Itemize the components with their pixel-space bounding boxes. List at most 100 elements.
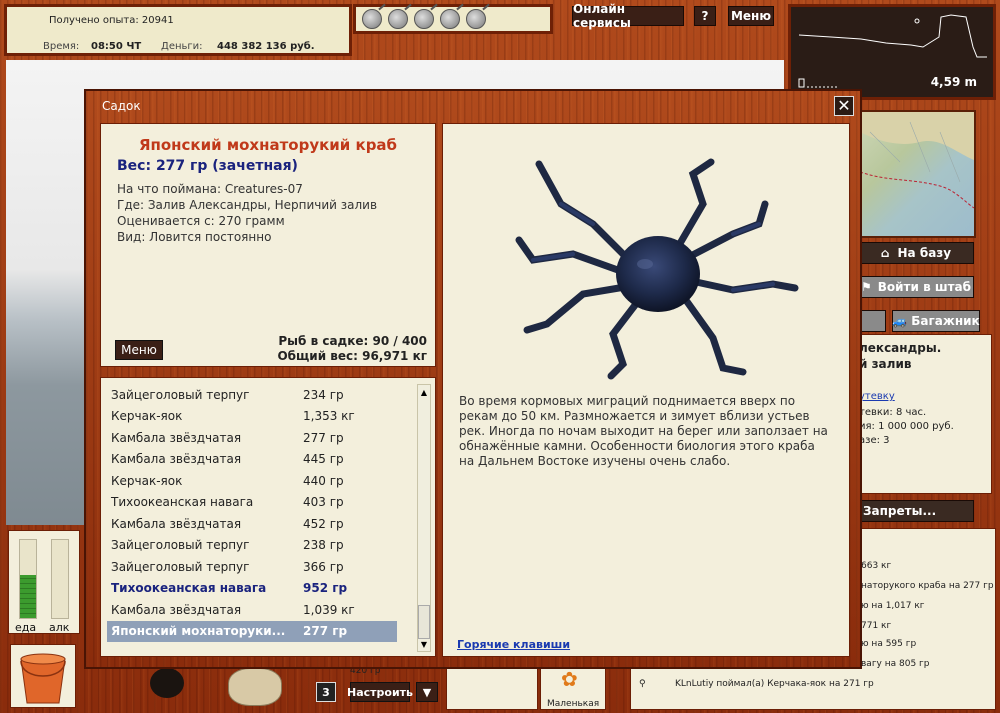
player-meters: еда алк	[8, 530, 80, 634]
fish-name: Японский мохнаторукий краб	[138, 136, 398, 154]
scroll-thumb[interactable]	[418, 605, 430, 639]
catch-list-row[interactable]: Камбала звёздчатая 452 гр	[107, 513, 397, 534]
location-name-line1: лександры.	[859, 341, 942, 355]
fish-count: Рыб в садке: 90 / 400	[278, 334, 427, 348]
catch-row-weight: 445 гр	[303, 452, 344, 466]
catch-list-row[interactable]: Зайцеголовый терпуг 234 гр	[107, 384, 397, 405]
catch-list-row[interactable]: Камбала звёздчатая 1,039 кг	[107, 599, 397, 620]
voucher-duration: тевки: 8 час.	[859, 407, 927, 418]
food-meter	[19, 539, 37, 619]
catch-list-scrollbar[interactable]: ▲ ▼	[417, 384, 431, 652]
food-meter-fill	[20, 575, 36, 618]
car-icon: 🚙	[892, 314, 908, 328]
catch-row-name: Камбала звёздчатая	[111, 452, 242, 466]
scroll-down-arrow-icon[interactable]: ▼	[418, 637, 430, 651]
rated-from: Оценивается с: 270 грамм	[117, 214, 285, 228]
voucher-link[interactable]: утевку	[859, 391, 895, 402]
catch-list-row[interactable]: Керчак-яок 1,353 кг	[107, 406, 397, 427]
catch-row-name: Зайцеголовый терпуг	[111, 559, 250, 574]
catch-list-row[interactable]: Камбала звёздчатая 445 гр	[107, 449, 397, 470]
feed-line-2: наторукого краба на 277 гр	[861, 581, 994, 591]
catch-list-row[interactable]: Зайцеголовый терпуг 238 гр	[107, 535, 397, 556]
lure-label: Маленькая	[547, 699, 600, 709]
hook-icon: ⚲	[639, 679, 646, 689]
catch-list-row[interactable]: Керчак-яок 440 гр	[107, 470, 397, 491]
count-badge: 3	[316, 682, 336, 702]
groundbait-bag-icon[interactable]	[228, 668, 282, 706]
close-button[interactable]: ✕	[834, 96, 854, 116]
player-stats-panel: Получено опыта: 20941 Время: 08:50 ЧТ Де…	[4, 4, 352, 56]
adjust-dropdown-button[interactable]: ▼	[416, 682, 438, 702]
trunk-label: Багажник	[911, 314, 980, 328]
adjust-button[interactable]: Настроить	[347, 682, 413, 702]
lure-icon: ✿	[561, 667, 578, 691]
catch-list[interactable]: Зайцеголовый терпуг 234 гр Керчак-яок 1,353…	[100, 377, 436, 657]
catch-row-weight: 234 гр	[303, 387, 344, 402]
money-value: 448 382 136 руб.	[217, 41, 315, 52]
catch-location: Где: Залив Александры, Нерпичий залив	[117, 198, 378, 212]
trunk-button[interactable]: 🚙 Багажник	[892, 310, 980, 332]
depth-sounder: 4,59 m	[788, 4, 996, 100]
location-info-panel: лександры. й залив утевку тевки: 8 час. …	[858, 334, 992, 494]
feed-line-4: 771 кг	[861, 621, 892, 631]
catch-row-weight: 238 гр	[303, 538, 344, 552]
catch-row-weight: 277 гр	[303, 624, 348, 638]
bans-button[interactable]: Запреты...	[858, 500, 974, 522]
main-menu-button[interactable]: Меню	[728, 6, 774, 26]
catch-row-name: Зайцеголовый терпуг	[111, 387, 250, 402]
feed-line-5: ю на 595 гр	[861, 639, 917, 649]
help-button[interactable]: ?	[694, 6, 716, 26]
fish-weight: Вес: 277 гр (зачетная)	[117, 158, 298, 174]
bucket-button[interactable]	[10, 644, 76, 708]
fish-kind: Вид: Ловится постоянно	[117, 230, 272, 244]
reel-icon[interactable]	[150, 668, 184, 698]
side-button-hidden[interactable]	[858, 310, 886, 332]
bait-slot-5[interactable]	[466, 9, 486, 29]
catch-list-row[interactable]: Тихоокеанская навага 403 гр	[107, 492, 397, 513]
catch-row-weight: 1,039 кг	[303, 602, 355, 617]
time-label: Время:	[43, 41, 80, 52]
catch-row-weight: 452 гр	[303, 516, 344, 531]
bucket-icon	[20, 653, 66, 704]
catch-row-name: Керчак-яок	[111, 473, 183, 488]
catch-row-weight: 440 гр	[303, 473, 344, 488]
total-weight: Общий вес: 96,971 кг	[277, 349, 427, 363]
online-services-button[interactable]: Онлайн сервисы	[572, 2, 684, 30]
to-base-button[interactable]: ⌂ На базу	[858, 242, 974, 264]
catch-row-name: Камбала звёздчатая	[111, 602, 242, 617]
catch-list-row[interactable]: Тихоокеанская навага 952 гр	[107, 578, 397, 599]
food-label: еда	[15, 621, 37, 634]
location-map[interactable]	[858, 110, 976, 238]
bait-slot-1[interactable]	[362, 9, 382, 29]
catch-list-row[interactable]: Зайцеголовый терпуг 366 гр	[107, 556, 397, 577]
hotkeys-link[interactable]: Горячие клавиши	[457, 638, 570, 651]
fish-info-panel: Японский мохнаторукий краб Вес: 277 гр (…	[100, 123, 436, 367]
catch-row-name: Керчак-яок	[111, 409, 183, 423]
alcohol-label: алк	[49, 621, 70, 634]
catch-row-name: Камбала звёздчатая	[111, 430, 242, 445]
fish-menu-button[interactable]: Меню	[115, 340, 163, 360]
feed-line-6: вагу на 805 гр	[861, 659, 930, 669]
location-name-line2: й залив	[859, 357, 912, 371]
voucher-price: ия: 1 000 000 руб.	[859, 421, 954, 432]
bait-slot-2[interactable]	[388, 9, 408, 29]
catch-row-name: Тихоокеанская навага	[111, 495, 254, 509]
catch-list-row[interactable]: Японский мохнаторуки... 277 гр	[107, 620, 397, 642]
catch-row-name: Тихоокеанская навага	[111, 581, 267, 595]
enter-hq-button[interactable]: ⚑ Войти в штаб	[858, 276, 974, 298]
fish-description: Во время кормовых миграций поднимается в…	[459, 394, 828, 468]
catch-row-name: Японский мохнаторуки...	[111, 624, 286, 638]
crab-image	[515, 158, 799, 380]
catch-list-row[interactable]: Камбала звёздчатая 277 гр	[107, 427, 397, 448]
caught-on: На что поймана: Creatures-07	[117, 182, 303, 196]
to-base-label: На базу	[897, 246, 952, 260]
alcohol-meter	[51, 539, 69, 619]
bait-slot-4[interactable]	[440, 9, 460, 29]
feed-line-1: 663 кг	[861, 561, 892, 571]
depth-value: 4,59 m	[930, 75, 977, 89]
scroll-up-arrow-icon[interactable]: ▲	[418, 385, 430, 399]
bait-slot-3[interactable]	[414, 9, 434, 29]
window-title: Садок	[102, 99, 141, 113]
fish-description-panel: Во время кормовых миграций поднимается в…	[442, 123, 850, 657]
feed-line-7: KLnLutiy поймал(а) Керчака-яок на 271 гр	[675, 679, 874, 689]
